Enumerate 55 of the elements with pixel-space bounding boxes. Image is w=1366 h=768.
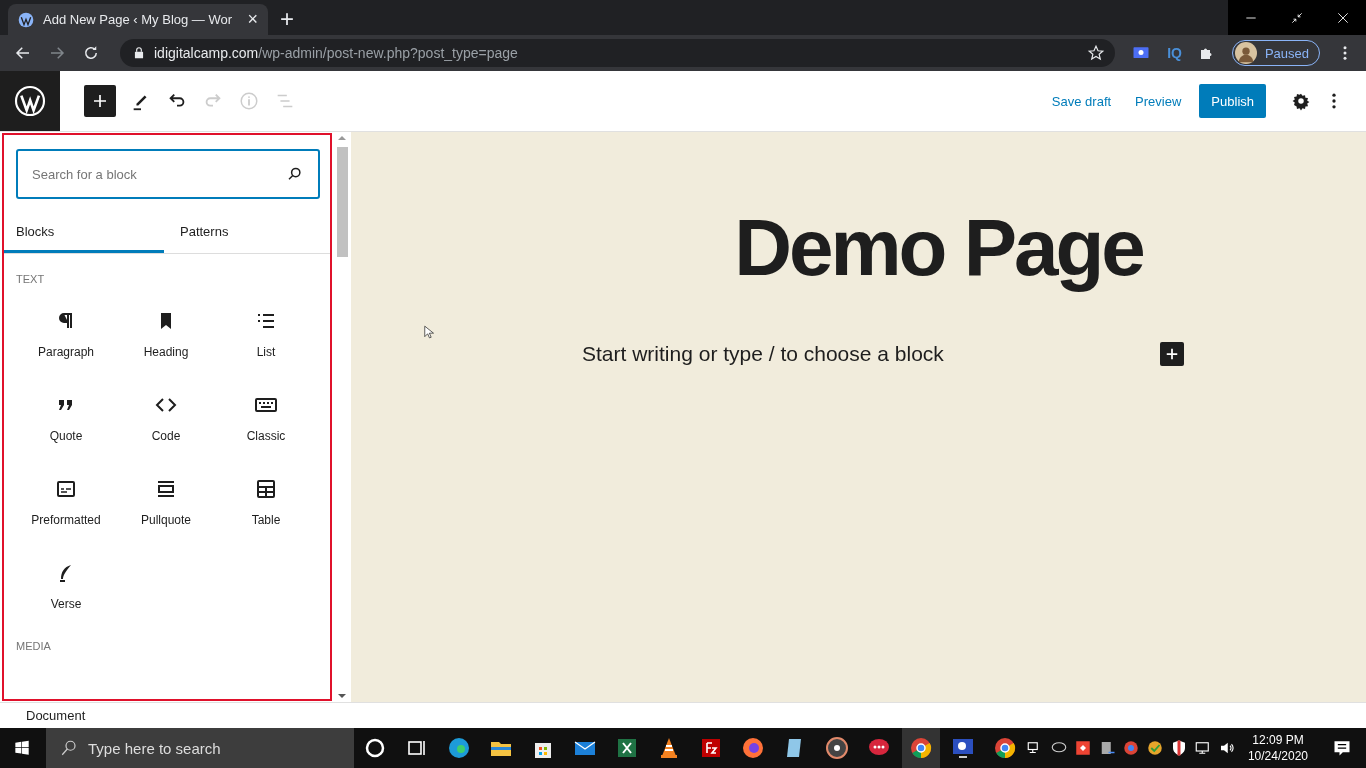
lock-icon [132, 46, 146, 60]
profile-status: Paused [1264, 45, 1309, 61]
block-item[interactable]: Verse [16, 551, 116, 621]
back-arrow-icon[interactable] [14, 44, 32, 62]
chrome-browser-icon[interactable] [1121, 739, 1140, 757]
block-item[interactable]: Classic [216, 383, 316, 453]
inserter-tab[interactable]: Patterns [164, 213, 324, 253]
monitor-icon[interactable] [1193, 739, 1212, 757]
windows-logo-icon[interactable] [14, 739, 31, 757]
url-text: idigitalcamp.com/wp-admin/post-new.php?post_type=page [154, 45, 518, 61]
search-icon [60, 739, 79, 757]
inserter-tab[interactable]: Blocks [4, 213, 164, 253]
block-item[interactable]: List [216, 299, 316, 369]
plus-icon [1165, 347, 1179, 361]
browser-tab[interactable]: Add New Page ‹ My Blog — Wor × [8, 4, 268, 35]
diamond-tile-icon[interactable] [1073, 739, 1092, 757]
block-item[interactable]: Paragraph [16, 299, 116, 369]
address-bar[interactable]: idigitalcamp.com/wp-admin/post-new.php?post_type=page [120, 39, 1116, 67]
extension-button[interactable]: IQ [1167, 45, 1182, 61]
breadcrumb[interactable]: Document [26, 708, 86, 723]
plus-icon [92, 93, 108, 109]
block-item[interactable]: Quote [16, 383, 116, 453]
table-icon [254, 477, 278, 501]
block-placeholder[interactable]: Start writing or type / to choose a block [582, 342, 944, 366]
block-item[interactable]: Heading [116, 299, 216, 369]
new-tab-button[interactable]: + [280, 7, 294, 31]
close-icon[interactable] [1336, 10, 1350, 25]
block-search-field[interactable]: Search for a block [16, 149, 320, 199]
chrome-browser-icon[interactable] [901, 728, 940, 768]
check-badge-icon[interactable] [1145, 739, 1164, 757]
reload-icon[interactable] [82, 44, 100, 62]
category-heading: MEDIA [16, 640, 52, 652]
add-block-button[interactable] [84, 85, 116, 117]
block-item[interactable]: Table [216, 467, 316, 537]
block-item[interactable]: Pullquote [116, 467, 216, 537]
tab-title: Add New Page ‹ My Blog — Wor [43, 12, 234, 27]
notification-icon[interactable] [1332, 738, 1352, 758]
tab-close-button[interactable]: × [247, 9, 258, 30]
avatar-icon [1234, 42, 1257, 64]
search-icon [286, 165, 304, 183]
save-draft-button[interactable]: Save draft [1045, 85, 1118, 117]
taskbar-search-field[interactable]: Type here to search [46, 728, 354, 768]
clock-time[interactable]: 12:09 PM [1252, 733, 1304, 747]
mouse-pointer-icon [423, 323, 437, 341]
restore-icon[interactable] [1290, 10, 1304, 25]
wordpress-logo-button[interactable] [0, 71, 60, 131]
category-heading: TEXT [16, 273, 46, 285]
preview-button[interactable]: Preview [1129, 85, 1188, 117]
block-item[interactable]: Preformatted [16, 467, 116, 537]
clock-date[interactable]: 10/24/2020 [1247, 749, 1308, 763]
add-block-button[interactable] [1160, 342, 1184, 366]
star-icon[interactable] [1087, 44, 1106, 62]
publish-button[interactable]: Publish [1199, 84, 1266, 118]
block-item[interactable]: Code [116, 383, 216, 453]
forward-arrow-icon[interactable] [48, 44, 66, 62]
